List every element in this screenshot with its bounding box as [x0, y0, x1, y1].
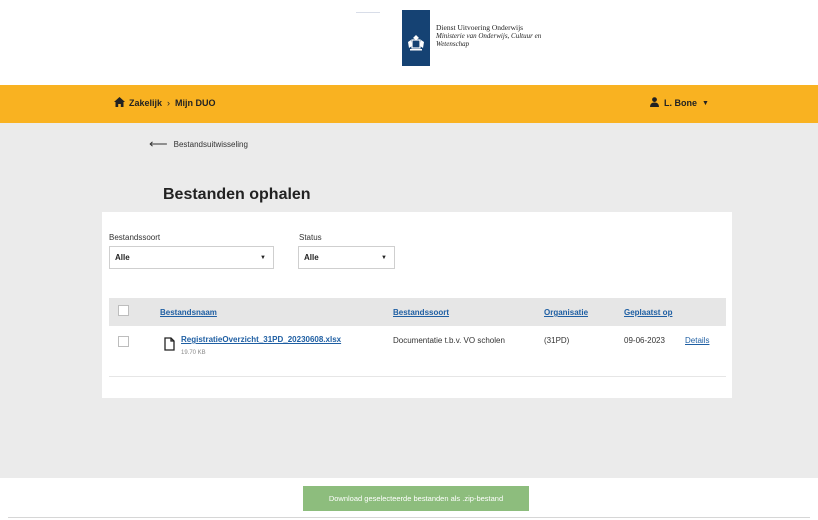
- file-icon: [164, 337, 175, 356]
- back-link-label: Bestandsuitwisseling: [173, 139, 248, 149]
- column-organisatie[interactable]: Organisatie: [544, 308, 588, 317]
- ministry-name: Ministerie van Onderwijs, Cultuur en Wet…: [436, 32, 542, 48]
- filter-type-value: Alle: [115, 253, 130, 262]
- file-organisation: (31PD): [544, 336, 570, 345]
- filter-type-label: Bestandssoort: [109, 233, 161, 242]
- org-name: Dienst Uitvoering Onderwijs: [436, 23, 524, 32]
- nav-bar: Zakelijk › Mijn DUO L. Bone ▼: [0, 85, 818, 123]
- row-checkbox[interactable]: [118, 336, 129, 347]
- back-arrow-icon: ⟵: [149, 136, 168, 151]
- footer-bar: Download geselecteerde bestanden als .zi…: [0, 478, 818, 520]
- user-icon: [650, 97, 659, 109]
- coat-of-arms-icon: [402, 10, 430, 66]
- files-panel: Bestandssoort Alle ▼ Status Alle ▼ Besta…: [102, 212, 732, 398]
- table-row: RegistratieOverzicht_31PD_20230608.xlsx …: [109, 326, 726, 377]
- caret-down-icon: ▼: [381, 255, 387, 261]
- file-type: Documentatie t.b.v. VO scholen: [393, 336, 505, 345]
- filter-status-select[interactable]: Alle ▼: [298, 246, 395, 269]
- user-name: L. Bone: [664, 98, 697, 108]
- caret-down-icon: ▼: [260, 255, 266, 261]
- main-content: ⟵ Bestandsuitwisseling Bestanden ophalen…: [0, 123, 818, 478]
- file-date: 09-06-2023: [624, 336, 665, 345]
- filter-status-value: Alle: [304, 253, 319, 262]
- back-link[interactable]: ⟵ Bestandsuitwisseling: [149, 136, 248, 151]
- select-all-checkbox[interactable]: [118, 305, 129, 316]
- download-zip-button[interactable]: Download geselecteerde bestanden als .zi…: [303, 486, 529, 511]
- divider: [8, 517, 810, 518]
- logo-text: Dienst Uitvoering Onderwijs Ministerie v…: [436, 23, 546, 49]
- duo-logo[interactable]: Dienst Uitvoering Onderwijs Ministerie v…: [402, 10, 546, 66]
- home-icon[interactable]: [114, 97, 125, 109]
- details-link[interactable]: Details: [685, 336, 709, 345]
- breadcrumb: Zakelijk › Mijn DUO: [114, 97, 216, 109]
- file-size: 19.70 KB: [181, 350, 206, 356]
- page-title: Bestanden ophalen: [163, 186, 311, 203]
- header-decoration: [356, 12, 380, 13]
- site-header: Dienst Uitvoering Onderwijs Ministerie v…: [0, 0, 818, 85]
- table-header: Bestandsnaam Bestandssoort Organisatie G…: [109, 298, 726, 326]
- user-menu[interactable]: L. Bone ▼: [650, 97, 709, 109]
- filter-status-label: Status: [299, 233, 322, 242]
- filter-type-select[interactable]: Alle ▼: [109, 246, 274, 269]
- column-bestandssoort[interactable]: Bestandssoort: [393, 308, 449, 317]
- breadcrumb-zakelijk[interactable]: Zakelijk: [129, 98, 162, 108]
- breadcrumb-separator: ›: [167, 98, 171, 108]
- breadcrumb-mijn-duo[interactable]: Mijn DUO: [175, 98, 216, 108]
- column-bestandsnaam[interactable]: Bestandsnaam: [160, 308, 217, 317]
- file-name-link[interactable]: RegistratieOverzicht_31PD_20230608.xlsx: [181, 335, 341, 344]
- column-geplaatst-op[interactable]: Geplaatst op: [624, 308, 672, 317]
- caret-down-icon: ▼: [702, 99, 709, 107]
